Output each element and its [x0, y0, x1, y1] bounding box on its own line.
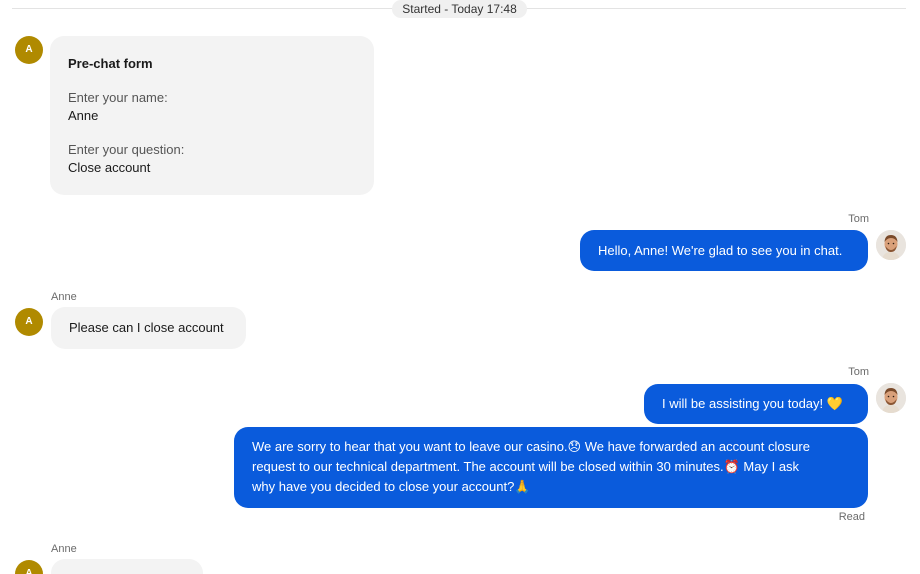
agent-sender-name: Tom — [848, 366, 869, 378]
agent-message-line: request to our technical department. The… — [252, 459, 800, 474]
prechat-form-title: Pre-chat form — [68, 56, 153, 71]
visitor-avatar: A — [15, 36, 43, 64]
agent-message-text: I will be assisting you today! 💛 — [662, 396, 843, 411]
prechat-form-card: Pre-chat form Enter your name: Anne Ente… — [50, 36, 374, 195]
agent-message-line: why have you decided to close your accou… — [252, 479, 531, 494]
prechat-name-label: Enter your name: — [68, 90, 168, 105]
chat-transcript: Started - Today 17:48 A Pre-chat form En… — [0, 0, 920, 574]
visitor-sender-name: Anne — [51, 291, 77, 303]
agent-avatar — [876, 230, 906, 260]
visitor-sender-name: Anne — [51, 543, 77, 555]
agent-message: I will be assisting you today! 💛 — [644, 384, 868, 424]
prechat-name-value: Anne — [68, 108, 99, 123]
prechat-question-label: Enter your question: — [68, 142, 185, 157]
visitor-message-text: Please can I close account — [69, 320, 224, 335]
agent-message: Hello, Anne! We're glad to see you in ch… — [580, 230, 868, 271]
agent-message: We are sorry to hear that you want to le… — [234, 427, 868, 508]
agent-message-text: We are sorry to hear that you want to le… — [234, 427, 868, 507]
visitor-avatar: A — [15, 560, 43, 574]
visitor-avatar: A — [15, 308, 43, 336]
agent-avatar — [876, 383, 906, 413]
agent-message-line: We are sorry to hear that you want to le… — [252, 439, 810, 454]
date-divider-label: Started - Today 17:48 — [392, 0, 527, 18]
agent-message-text: Hello, Anne! We're glad to see you in ch… — [598, 243, 843, 258]
read-receipt: Read — [838, 511, 865, 523]
visitor-message — [51, 559, 203, 574]
visitor-message: Please can I close account — [51, 307, 246, 349]
prechat-question-value: Close account — [68, 160, 151, 175]
agent-sender-name: Tom — [848, 213, 869, 225]
